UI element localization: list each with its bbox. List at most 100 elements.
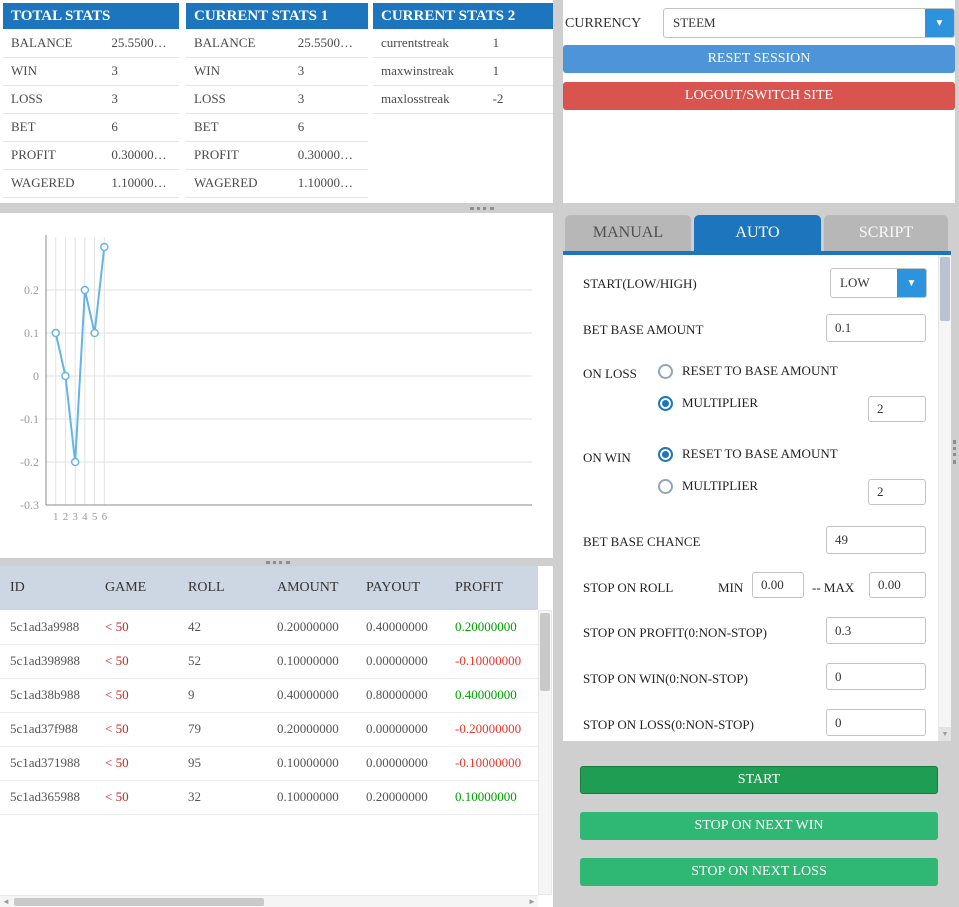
table-row: 5c1ad365988 < 50 32 0.10000000 0.2000000… bbox=[0, 780, 538, 815]
stop-on-loss-input[interactable] bbox=[826, 709, 926, 736]
splitter-grip[interactable] bbox=[953, 440, 956, 464]
scroll-left-icon[interactable]: ◄ bbox=[0, 897, 12, 906]
stat-value: 6 bbox=[103, 113, 179, 142]
profit-chart: 0.2 0.1 0 -0.1 -0.2 -0.3 1 2 3 4 5 6 bbox=[20, 235, 532, 523]
svg-text:-0.3: -0.3 bbox=[20, 498, 39, 512]
stat-row: LOSS 3 bbox=[3, 85, 179, 114]
scroll-right-icon[interactable]: ► bbox=[526, 897, 538, 906]
logout-switch-site-button[interactable]: LOGOUT/SWITCH SITE bbox=[563, 82, 955, 110]
stop-on-profit-input[interactable] bbox=[826, 617, 926, 644]
bets-horizontal-scrollbar[interactable]: ◄ ► bbox=[0, 895, 538, 907]
vertical-splitter[interactable] bbox=[951, 0, 959, 907]
bet-base-chance-label: BET BASE CHANCE bbox=[583, 534, 701, 549]
scrollbar-thumb[interactable] bbox=[14, 897, 264, 906]
bet-history-panel: ID GAME ROLL AMOUNT PAYOUT PROFIT 5c1ad3… bbox=[0, 566, 553, 907]
current-stats2-title: CURRENT STATS 2 bbox=[373, 3, 553, 29]
stat-row: WIN 3 bbox=[186, 57, 368, 86]
start-select-dropdown-icon[interactable]: ▼ bbox=[897, 269, 926, 297]
on-win-multiplier-radio[interactable] bbox=[658, 478, 673, 494]
on-win-multiplier-option[interactable]: MULTIPLIER bbox=[658, 478, 758, 494]
on-loss-multiplier-option[interactable]: MULTIPLIER bbox=[658, 395, 758, 411]
table-row: 5c1ad38b988 < 50 9 0.40000000 0.80000000… bbox=[0, 678, 538, 713]
bet-base-amount-label: BET BASE AMOUNT bbox=[583, 322, 704, 337]
cell-bet-id: 5c1ad371988 bbox=[0, 746, 95, 781]
svg-text:5: 5 bbox=[92, 511, 98, 523]
splitter-grip[interactable] bbox=[470, 207, 494, 210]
scroll-down-icon[interactable]: ▼ bbox=[939, 727, 951, 741]
tab-auto[interactable]: AUTO bbox=[694, 215, 821, 251]
cell-payout: 0.00000000 bbox=[356, 712, 445, 747]
currency-select[interactable]: STEEM ▼ bbox=[663, 8, 955, 38]
stat-row: maxwinstreak 1 bbox=[373, 57, 553, 86]
cell-amount: 0.20000000 bbox=[267, 610, 356, 645]
svg-text:0.2: 0.2 bbox=[24, 283, 39, 297]
total-stats-title: TOTAL STATS bbox=[3, 3, 179, 29]
current-stats2-table: CURRENT STATS 2 currentstreak 1 maxwinstr… bbox=[373, 3, 553, 114]
stop-on-profit-label: STOP ON PROFIT(0:NON-STOP) bbox=[583, 625, 767, 640]
cell-game: < 50 bbox=[95, 644, 178, 679]
horizontal-splitter-top[interactable] bbox=[0, 203, 553, 213]
table-row: 5c1ad371988 < 50 95 0.10000000 0.0000000… bbox=[0, 746, 538, 781]
on-win-multiplier-input[interactable] bbox=[868, 479, 926, 505]
stat-value: 3 bbox=[289, 85, 368, 114]
on-loss-reset-radio[interactable] bbox=[658, 363, 673, 379]
table-row: 5c1ad37f988 < 50 79 0.20000000 0.0000000… bbox=[0, 712, 538, 747]
stat-row: BET 6 bbox=[3, 113, 179, 142]
on-win-reset-option[interactable]: RESET TO BASE AMOUNT bbox=[658, 446, 838, 462]
stat-label: BET bbox=[3, 113, 104, 142]
stat-label: LOSS bbox=[3, 85, 104, 114]
on-win-label: ON WIN bbox=[583, 450, 631, 465]
on-win-multiplier-label: MULTIPLIER bbox=[682, 478, 759, 493]
stat-label: WIN bbox=[186, 57, 290, 86]
stop-next-loss-button[interactable]: STOP ON NEXT LOSS bbox=[580, 858, 938, 886]
scrollbar-thumb[interactable] bbox=[940, 257, 950, 321]
tab-script[interactable]: SCRIPT bbox=[824, 215, 948, 251]
reset-session-button[interactable]: RESET SESSION bbox=[563, 45, 955, 73]
stop-next-win-button[interactable]: STOP ON NEXT WIN bbox=[580, 812, 938, 840]
tab-manual[interactable]: MANUAL bbox=[565, 215, 691, 251]
cell-profit: -0.20000000 bbox=[445, 712, 538, 747]
on-win-reset-label: RESET TO BASE AMOUNT bbox=[682, 446, 838, 461]
cell-bet-id: 5c1ad365988 bbox=[0, 780, 95, 815]
cell-bet-id: 5c1ad3a9988 bbox=[0, 610, 95, 645]
on-loss-reset-label: RESET TO BASE AMOUNT bbox=[682, 363, 838, 378]
scrollbar-thumb[interactable] bbox=[540, 613, 550, 691]
stat-value: 1.10000… bbox=[289, 169, 368, 198]
roll-max-input[interactable] bbox=[869, 572, 926, 598]
bets-vertical-scrollbar[interactable] bbox=[538, 610, 552, 895]
stat-label: BET bbox=[186, 113, 290, 142]
column-header-game: GAME bbox=[95, 566, 178, 610]
stat-label: LOSS bbox=[186, 85, 290, 114]
stat-value: 1 bbox=[484, 57, 553, 86]
cell-game: < 50 bbox=[95, 746, 178, 781]
roll-min-input[interactable] bbox=[752, 572, 804, 598]
start-button[interactable]: START bbox=[580, 766, 938, 794]
cell-game: < 50 bbox=[95, 780, 178, 815]
horizontal-splitter-middle[interactable] bbox=[0, 558, 553, 566]
splitter-grip[interactable] bbox=[266, 561, 290, 564]
on-loss-multiplier-radio[interactable] bbox=[658, 395, 673, 411]
bet-base-amount-input[interactable] bbox=[826, 314, 926, 342]
stats-section: TOTAL STATS BALANCE 25.5500… WIN 3 LOSS 3 B… bbox=[0, 0, 553, 203]
start-select[interactable]: LOW ▼ bbox=[830, 268, 927, 298]
bet-base-chance-input[interactable] bbox=[826, 526, 926, 554]
cell-roll: 42 bbox=[178, 610, 267, 645]
total-stats-table: TOTAL STATS BALANCE 25.5500… WIN 3 LOSS 3 B… bbox=[3, 3, 179, 198]
on-loss-reset-option[interactable]: RESET TO BASE AMOUNT bbox=[658, 363, 838, 379]
currency-dropdown-icon[interactable]: ▼ bbox=[925, 9, 954, 37]
stat-value: 3 bbox=[289, 57, 368, 86]
form-vertical-scrollbar[interactable]: ▼ bbox=[938, 255, 951, 741]
cell-profit: 0.20000000 bbox=[445, 610, 538, 645]
currency-select-value: STEEM bbox=[673, 15, 716, 30]
stat-row: maxlosstreak -2 bbox=[373, 85, 553, 114]
stat-value: 25.5500… bbox=[103, 29, 179, 58]
cell-amount: 0.40000000 bbox=[267, 678, 356, 713]
svg-text:2: 2 bbox=[63, 511, 69, 523]
on-win-reset-radio[interactable] bbox=[658, 446, 673, 462]
on-loss-multiplier-input[interactable] bbox=[868, 396, 926, 422]
cell-profit: 0.10000000 bbox=[445, 780, 538, 815]
stat-label: maxwinstreak bbox=[373, 57, 485, 86]
cell-bet-id: 5c1ad398988 bbox=[0, 644, 95, 679]
stop-on-win-input[interactable] bbox=[826, 663, 926, 690]
cell-roll: 79 bbox=[178, 712, 267, 747]
